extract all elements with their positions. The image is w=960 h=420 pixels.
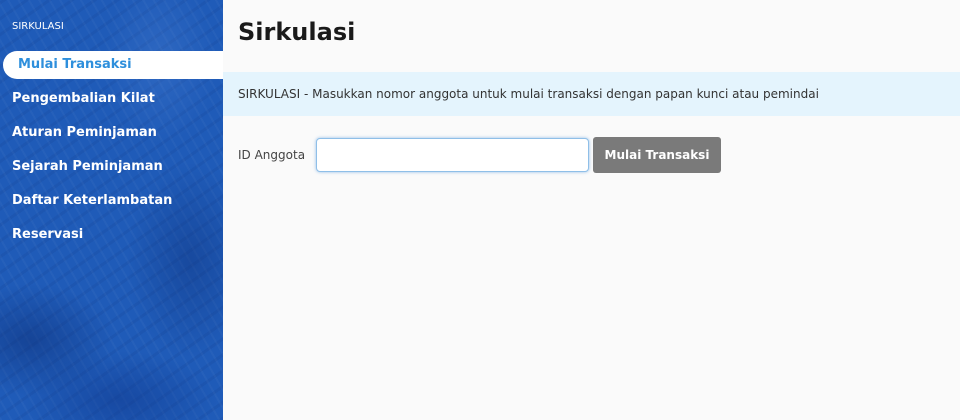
info-message: SIRKULASI - Masukkan nomor anggota untuk… bbox=[223, 72, 960, 116]
sidebar-item-daftar-keterlambatan[interactable]: Daftar Keterlambatan bbox=[0, 184, 223, 218]
member-id-label: ID Anggota bbox=[238, 148, 306, 162]
sidebar-item-sejarah-peminjaman[interactable]: Sejarah Peminjaman bbox=[0, 150, 223, 184]
member-id-input[interactable] bbox=[316, 138, 589, 172]
main-content: Sirkulasi SIRKULASI - Masukkan nomor ang… bbox=[223, 0, 960, 420]
sidebar-item-reservasi[interactable]: Reservasi bbox=[0, 218, 223, 252]
sidebar-menu: Mulai Transaksi Pengembalian Kilat Atura… bbox=[0, 51, 223, 252]
sidebar-heading: SIRKULASI bbox=[12, 21, 64, 32]
sidebar: SIRKULASI Mulai Transaksi Pengembalian K… bbox=[0, 0, 223, 420]
sidebar-item-aturan-peminjaman[interactable]: Aturan Peminjaman bbox=[0, 116, 223, 150]
page-title: Sirkulasi bbox=[238, 18, 356, 46]
sidebar-item-mulai-transaksi[interactable]: Mulai Transaksi bbox=[3, 51, 223, 79]
start-transaction-button[interactable]: Mulai Transaksi bbox=[593, 137, 721, 173]
sidebar-item-pengembalian-kilat[interactable]: Pengembalian Kilat bbox=[0, 82, 223, 116]
